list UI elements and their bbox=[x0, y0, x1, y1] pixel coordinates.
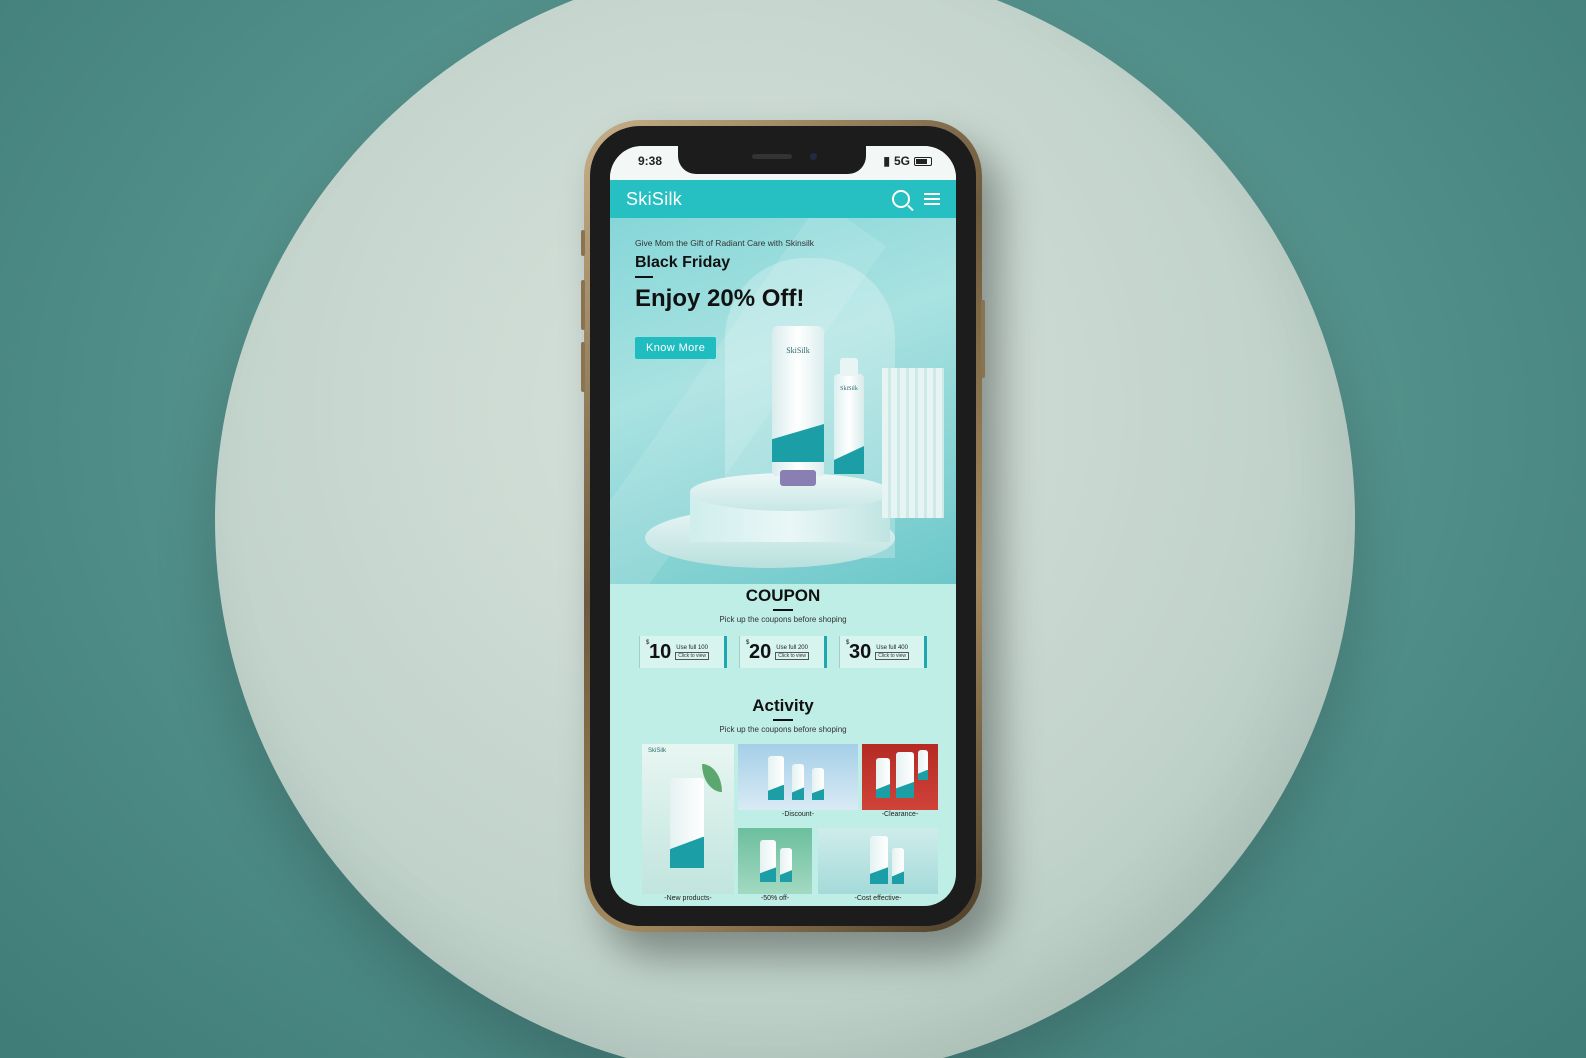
tile-product-image bbox=[918, 750, 928, 780]
speaker bbox=[752, 154, 792, 159]
activity-title: Activity bbox=[752, 696, 814, 715]
status-right: ▮ 5G bbox=[883, 154, 932, 168]
coupon-condition: Use full 100 bbox=[676, 644, 708, 651]
tile-fifty-off[interactable]: -50% off- bbox=[738, 828, 812, 902]
network-label: 5G bbox=[893, 154, 910, 168]
phone-screen: 9:38 ▮ 5G SkiSilk SkiSilk SkiSilk Give M… bbox=[610, 146, 956, 906]
tile-product-image bbox=[870, 836, 888, 884]
phone-mute-switch bbox=[581, 230, 585, 256]
coupon-list: $ 10 Use full 100 Click to view $ 20 Use… bbox=[610, 636, 956, 668]
signal-icon: ▮ bbox=[883, 154, 890, 168]
tile-product-image bbox=[670, 778, 704, 868]
front-camera bbox=[810, 153, 817, 160]
coupon-card[interactable]: $ 30 Use full 400 Click to view bbox=[839, 636, 927, 668]
tile-caption: -Discount- bbox=[738, 810, 858, 818]
tile-brand-mark: SkiSilk bbox=[648, 748, 667, 754]
coupon-card[interactable]: $ 20 Use full 200 Click to view bbox=[739, 636, 827, 668]
coupon-subtitle: Pick up the coupons before shoping bbox=[719, 615, 847, 624]
tile-product-image bbox=[812, 768, 824, 800]
tile-new-products[interactable]: SkiSilk -New products- bbox=[642, 744, 734, 902]
tile-product-image bbox=[760, 840, 776, 882]
coupon-condition: Use full 400 bbox=[876, 644, 908, 651]
phone-mockup: 9:38 ▮ 5G SkiSilk SkiSilk SkiSilk Give M… bbox=[581, 120, 985, 932]
coupon-info: Use full 100 Click to view bbox=[675, 644, 710, 660]
tile-caption: -New products- bbox=[642, 894, 734, 902]
hero-subtitle: Black Friday bbox=[635, 254, 731, 271]
bottle-pump bbox=[840, 358, 858, 376]
tile-product-image bbox=[780, 848, 792, 882]
coupon-amount: 10 bbox=[649, 640, 672, 663]
know-more-button[interactable]: Know More bbox=[635, 337, 717, 359]
hero-eyebrow: Give Mom the Gift of Radiant Care with S… bbox=[635, 238, 815, 248]
tile-product-image bbox=[768, 756, 784, 800]
coupon-view-button[interactable]: Click to view bbox=[675, 651, 710, 660]
bottle-label: SkiSilk bbox=[840, 386, 858, 392]
coupon-info: Use full 200 Click to view bbox=[775, 644, 810, 660]
tile-discount[interactable]: -Discount- bbox=[738, 744, 858, 818]
hamburger-menu-icon[interactable] bbox=[924, 193, 940, 205]
tile-product-image bbox=[792, 764, 804, 800]
activity-section: Activity Pick up the coupons before shop… bbox=[610, 696, 956, 734]
phone-power-button bbox=[981, 300, 985, 378]
status-time: 9:38 bbox=[638, 154, 663, 168]
tile-caption: -Cost effective- bbox=[818, 894, 938, 902]
product-bottle-image: SkiSilk bbox=[834, 358, 864, 474]
activity-grid: SkiSilk -New products- -Discount- -Clear… bbox=[642, 744, 938, 904]
coupon-currency: $ bbox=[746, 640, 750, 646]
tube-stripe bbox=[772, 424, 824, 462]
phone-volume-up bbox=[581, 280, 585, 330]
coupon-view-button[interactable]: Click to view bbox=[775, 651, 810, 660]
activity-subtitle: Pick up the coupons before shoping bbox=[719, 725, 847, 734]
coupon-section: COUPON Pick up the coupons before shopin… bbox=[610, 586, 956, 668]
hero-banner[interactable]: SkiSilk SkiSilk Give Mom the Gift of Rad… bbox=[610, 218, 956, 584]
tile-caption: -50% off- bbox=[738, 894, 812, 902]
phone-bezel: 9:38 ▮ 5G SkiSilk SkiSilk SkiSilk Give M… bbox=[590, 126, 976, 926]
coupon-amount: 30 bbox=[849, 640, 872, 663]
tube-cap bbox=[780, 470, 816, 486]
hero-text: Give Mom the Gift of Radiant Care with S… bbox=[635, 238, 935, 359]
tile-clearance[interactable]: -Clearance- bbox=[862, 744, 938, 818]
coupon-condition: Use full 200 bbox=[776, 644, 808, 651]
coupon-currency: $ bbox=[846, 640, 850, 646]
hero-divider bbox=[635, 276, 653, 278]
coupon-card[interactable]: $ 10 Use full 100 Click to view bbox=[639, 636, 727, 668]
battery-icon bbox=[914, 156, 932, 166]
header-actions bbox=[892, 190, 940, 208]
tile-product-image bbox=[892, 848, 904, 884]
brand-logo[interactable]: SkiSilk bbox=[626, 189, 682, 210]
tile-cost-effective[interactable]: -Cost effective- bbox=[818, 828, 938, 902]
hero-title: Enjoy 20% Off! bbox=[635, 285, 805, 312]
coupon-view-button[interactable]: Click to view bbox=[875, 651, 910, 660]
notch bbox=[678, 146, 866, 174]
leaf-decoration bbox=[702, 764, 722, 792]
activity-title-underline bbox=[773, 719, 793, 721]
tile-caption: -Clearance- bbox=[862, 810, 938, 818]
coupon-currency: $ bbox=[646, 640, 650, 646]
coupon-amount: 20 bbox=[749, 640, 772, 663]
phone-volume-down bbox=[581, 342, 585, 392]
tile-product-image bbox=[876, 758, 890, 798]
app-header: SkiSilk bbox=[610, 180, 956, 218]
coupon-title-underline bbox=[773, 609, 793, 611]
coupon-title: COUPON bbox=[745, 586, 821, 605]
bottle-stripe bbox=[834, 446, 864, 474]
search-icon[interactable] bbox=[892, 190, 910, 208]
fluted-pillar bbox=[882, 368, 944, 518]
tile-product-image bbox=[896, 752, 914, 798]
coupon-info: Use full 400 Click to view bbox=[875, 644, 910, 660]
